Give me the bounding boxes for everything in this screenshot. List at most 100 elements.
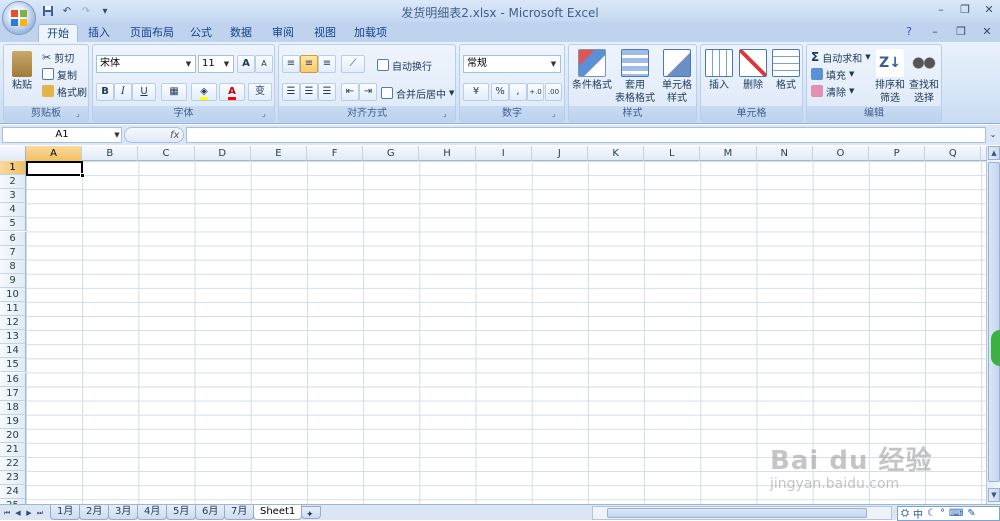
row-header[interactable]: 14: [0, 344, 26, 359]
ime-logo-icon[interactable]: ⛭: [901, 508, 909, 519]
sheet-tab-jul[interactable]: 7月: [224, 505, 255, 520]
column-header[interactable]: I: [476, 146, 532, 161]
row-header[interactable]: 9: [0, 273, 26, 288]
tab-addins[interactable]: 加载项: [346, 24, 395, 42]
align-right-button[interactable]: ☰: [318, 83, 336, 101]
active-cell[interactable]: [26, 161, 83, 176]
select-all-button[interactable]: [0, 146, 26, 161]
side-handle[interactable]: [991, 330, 1000, 366]
column-header[interactable]: O: [813, 146, 869, 161]
punctuation-icon[interactable]: °: [940, 508, 945, 519]
column-header[interactable]: K: [588, 146, 645, 161]
column-header[interactable]: M: [700, 146, 757, 161]
paste-button[interactable]: 粘贴: [8, 49, 36, 92]
scroll-up-icon[interactable]: ▲: [988, 146, 1000, 160]
wrap-text-button[interactable]: 自动换行: [377, 57, 432, 73]
merge-center-button[interactable]: 合并后居中 ▼: [381, 85, 454, 101]
align-left-button[interactable]: ☰: [282, 83, 300, 101]
row-header[interactable]: 15: [0, 358, 26, 373]
font-launcher-icon[interactable]: ⌟: [262, 109, 272, 119]
column-header[interactable]: P: [869, 146, 926, 161]
phonetic-button[interactable]: 变: [248, 83, 272, 101]
row-header[interactable]: 12: [0, 316, 26, 331]
column-header[interactable]: N: [757, 146, 813, 161]
row-header[interactable]: 20: [0, 428, 26, 443]
fill-handle[interactable]: [80, 173, 85, 178]
row-header[interactable]: 16: [0, 372, 26, 387]
orientation-button[interactable]: ⟋: [341, 55, 365, 73]
name-box[interactable]: A1: [2, 127, 122, 143]
underline-button[interactable]: U: [132, 83, 156, 101]
restore-icon[interactable]: ❐: [956, 2, 974, 18]
next-sheet-icon[interactable]: ▶: [24, 507, 34, 519]
chevron-down-icon[interactable]: ▼: [112, 127, 122, 143]
sheet-tab-apr[interactable]: 4月: [137, 505, 168, 520]
align-middle-button[interactable]: ≡: [300, 55, 318, 73]
sheet-tab-jan[interactable]: 1月: [50, 505, 81, 520]
currency-button[interactable]: ¥: [463, 83, 489, 101]
clipboard-launcher-icon[interactable]: ⌟: [76, 109, 86, 119]
minimize-icon[interactable]: –: [932, 2, 950, 18]
sort-filter-button[interactable]: Z↓ 排序和 筛选: [874, 49, 906, 105]
insert-sheet-button[interactable]: ✦: [301, 506, 321, 520]
find-select-button[interactable]: 查找和 选择: [908, 49, 940, 105]
clear-button[interactable]: 清除 ▼: [811, 83, 854, 99]
fill-button[interactable]: 填充 ▼: [811, 66, 854, 82]
last-sheet-icon[interactable]: ⏭: [35, 507, 45, 519]
increase-indent-button[interactable]: ⇥: [359, 83, 377, 101]
tab-review[interactable]: 审阅: [264, 24, 302, 42]
percent-button[interactable]: %: [491, 83, 509, 101]
delete-cells-button[interactable]: 删除: [737, 49, 769, 92]
font-size-select[interactable]: 11 ▼: [198, 55, 234, 73]
number-format-select[interactable]: 常规 ▼: [463, 55, 561, 73]
row-header[interactable]: 3: [0, 189, 26, 204]
column-header[interactable]: A: [26, 146, 83, 161]
align-top-button[interactable]: ≡: [282, 55, 300, 73]
cut-button[interactable]: ✂ 剪切: [42, 49, 74, 65]
moon-icon[interactable]: ☾: [927, 508, 936, 519]
vertical-scrollbar[interactable]: ▲ ▼: [986, 146, 1000, 504]
row-header[interactable]: 11: [0, 302, 26, 317]
settings-icon[interactable]: ✎: [967, 508, 975, 519]
borders-button[interactable]: ▦: [161, 83, 187, 101]
prev-sheet-icon[interactable]: ◀: [13, 507, 23, 519]
tab-data[interactable]: 数据: [222, 24, 260, 42]
sheet-tab-sheet1[interactable]: Sheet1: [253, 505, 303, 520]
row-header[interactable]: 8: [0, 259, 26, 274]
keyboard-icon[interactable]: ⌨: [949, 508, 963, 519]
first-sheet-icon[interactable]: ⏮: [2, 507, 12, 519]
alignment-launcher-icon[interactable]: ⌟: [443, 109, 453, 119]
font-color-button[interactable]: A: [219, 83, 245, 101]
column-header[interactable]: G: [363, 146, 420, 161]
grow-font-button[interactable]: A: [237, 55, 255, 73]
decrease-indent-button[interactable]: ⇤: [341, 83, 359, 101]
ime-mode[interactable]: 中: [913, 506, 923, 521]
expand-formula-bar-icon[interactable]: ⌄: [988, 127, 998, 143]
row-header[interactable]: 18: [0, 400, 26, 415]
office-button[interactable]: [2, 1, 36, 35]
doc-minimize-icon[interactable]: –: [926, 24, 944, 40]
italic-button[interactable]: I: [114, 83, 132, 101]
column-header[interactable]: E: [251, 146, 307, 161]
font-name-select[interactable]: 宋体 ▼: [96, 55, 196, 73]
fill-color-button[interactable]: ◈: [191, 83, 217, 101]
sheet-tab-mar[interactable]: 3月: [108, 505, 139, 520]
decrease-decimal-button[interactable]: .00: [545, 83, 562, 101]
cell-styles-button[interactable]: 单元格 样式: [657, 49, 697, 105]
vertical-scroll-thumb[interactable]: [988, 162, 1000, 482]
comma-button[interactable]: ,: [509, 83, 527, 101]
tab-formulas[interactable]: 公式: [182, 24, 220, 42]
row-header[interactable]: 24: [0, 485, 26, 500]
column-header[interactable]: D: [195, 146, 251, 161]
tab-insert[interactable]: 插入: [80, 24, 118, 42]
doc-close-icon[interactable]: ✕: [978, 24, 996, 40]
horizontal-scrollbar[interactable]: [592, 506, 892, 520]
row-header[interactable]: 10: [0, 287, 26, 302]
close-icon[interactable]: ✕: [980, 2, 998, 18]
doc-restore-icon[interactable]: ❐: [952, 24, 970, 40]
shrink-font-button[interactable]: A: [255, 55, 273, 73]
row-header[interactable]: 1: [0, 161, 26, 176]
format-cells-button[interactable]: 格式: [770, 49, 802, 92]
row-header[interactable]: 6: [0, 231, 26, 246]
column-header[interactable]: H: [419, 146, 476, 161]
